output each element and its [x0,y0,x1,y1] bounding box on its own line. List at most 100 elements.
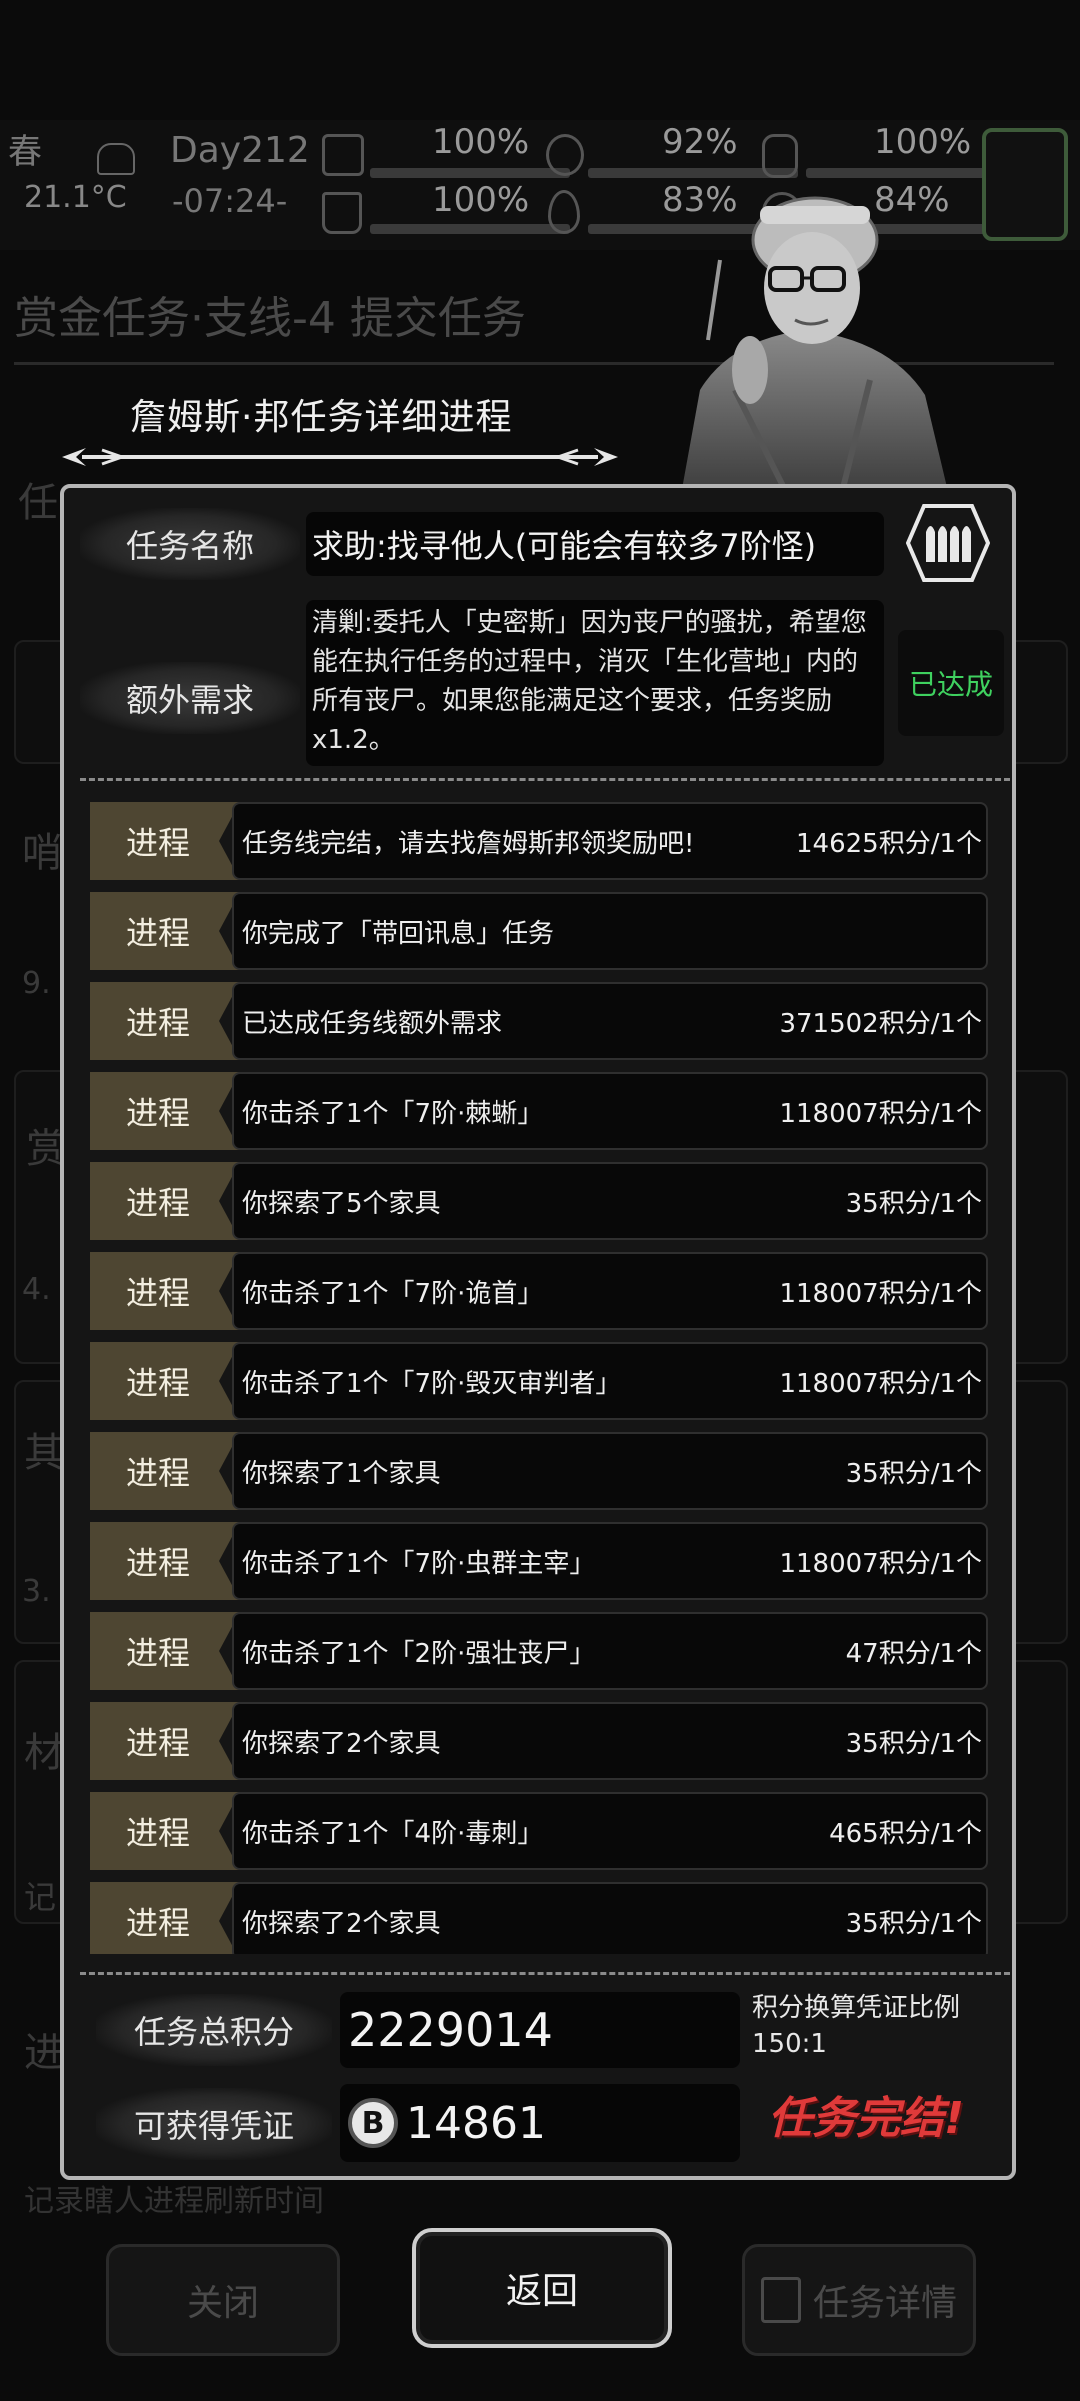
progress-row-body: 你击杀了1个「7阶·毁灭审判者」 118007积分/1个 [232,1342,988,1420]
exchange-ratio-value: 150:1 [752,2029,827,2059]
progress-row-body: 你探索了2个家具 35积分/1个 [232,1882,988,1954]
progress-points: 14625积分/1个 [795,828,982,859]
cloud-icon [97,142,136,175]
progress-text: 你探索了2个家具 [242,1908,441,1939]
progress-points: 371502积分/1个 [779,1008,982,1039]
task-complete-banner: 任务完结! [768,2093,965,2144]
hud-bar [806,168,992,178]
progress-text: 你击杀了1个「7阶·毁灭审判者」 [242,1368,622,1399]
progress-tag: 进程 [90,802,240,880]
progress-tag: 进程 [90,1342,240,1420]
hud-stat-value: 100% [432,180,530,220]
return-button-label: 返回 [505,2271,578,2312]
exchange-ratio: 积分换算凭证比例 150:1 [752,1990,960,2062]
minimap-frame[interactable] [982,128,1068,241]
progress-text: 你探索了2个家具 [242,1728,441,1759]
progress-list[interactable]: 进程 任务线完结，请去找詹姆斯邦领奖励吧! 14625积分/1个 进程 你完成了… [80,790,1004,1954]
close-button-label: 关闭 [186,2283,259,2324]
progress-tag: 进程 [90,1162,240,1240]
progress-row-body: 你击杀了1个「7阶·棘蜥」 118007积分/1个 [232,1072,988,1150]
progress-tag: 进程 [90,1432,240,1510]
day-counter: Day212 [170,130,310,171]
bg-side-char: 进 [24,2030,64,2076]
season-label: 春 [8,132,42,172]
bg-side-char: 9. [22,966,51,1001]
bg-side-char: 材 [24,1730,64,1776]
title-ornament [62,448,618,466]
progress-row: 进程 你击杀了1个「7阶·毁灭审判者」 118007积分/1个 [80,1342,990,1420]
voucher-label: 可获得凭证 [96,2088,332,2160]
bg-footer-text: 记录瞎人进程刷新时间 [24,2184,324,2219]
progress-tag: 进程 [90,1072,240,1150]
progress-row: 进程 你探索了2个家具 35积分/1个 [80,1702,990,1780]
temperature: 21.1°C [24,180,127,215]
progress-points: 118007积分/1个 [779,1098,982,1129]
progress-text: 你击杀了1个「4阶·毒刺」 [242,1818,544,1849]
progress-row-body: 你探索了1个家具 35积分/1个 [232,1432,988,1510]
progress-row-body: 你探索了5个家具 35积分/1个 [232,1162,988,1240]
progress-points: 35积分/1个 [845,1188,982,1219]
bg-side-char: 哨 [22,830,62,876]
progress-row-body: 你击杀了1个「7阶·诡首」 118007积分/1个 [232,1252,988,1330]
exchange-ratio-label: 积分换算凭证比例 [752,1993,961,2023]
progress-row-body: 任务线完结，请去找詹姆斯邦领奖励吧! 14625积分/1个 [232,802,988,880]
extra-requirement-label: 额外需求 [80,662,300,734]
return-button[interactable]: 返回 [412,2228,672,2348]
progress-tag: 进程 [90,892,240,970]
hud-season: 春 [8,124,136,175]
coin-icon: B [348,2098,398,2148]
progress-tag: 进程 [90,1702,240,1780]
dialog-title: 詹姆斯·邦任务详细进程 [130,397,513,438]
progress-tag: 进程 [90,1522,240,1600]
progress-tag: 进程 [90,1882,240,1954]
divider [80,778,1010,781]
ammo-icon [906,504,990,582]
progress-row-body: 已达成任务线额外需求 371502积分/1个 [232,982,988,1060]
task-details-label: 任务详情 [812,2283,957,2324]
progress-points: 35积分/1个 [845,1728,982,1759]
extra-requirement-status: 已达成 [898,630,1004,736]
progress-points: 465积分/1个 [829,1818,982,1849]
progress-row: 进程 你击杀了1个「7阶·棘蜥」 118007积分/1个 [80,1072,990,1150]
bg-side-char: 3. [22,1574,51,1609]
water-drop-icon [548,190,580,234]
bg-side-char: 任 [18,480,58,526]
task-details-button[interactable]: 任务详情 [742,2244,976,2356]
voucher-value-box: B 14861 [340,2084,740,2162]
progress-tag: 进程 [90,1252,240,1330]
background-title: 赏金任务·支线-4 提交任务 [14,293,526,344]
total-points-label: 任务总积分 [96,1994,332,2066]
voucher-value: 14861 [406,2097,546,2149]
boot-icon [322,192,362,234]
progress-points: 47积分/1个 [845,1638,982,1669]
bg-side-char: 记 [24,1878,57,1916]
bg-side-char: 4. [22,1272,51,1307]
progress-tag: 进程 [90,982,240,1060]
progress-text: 任务线完结，请去找詹姆斯邦领奖励吧! [242,828,695,859]
progress-text: 你击杀了1个「7阶·棘蜥」 [242,1098,544,1129]
hud-stat-value: 100% [874,122,972,162]
stomach-icon [546,134,584,176]
progress-row: 进程 你击杀了1个「2阶·强壮丧尸」 47积分/1个 [80,1612,990,1690]
progress-points: 35积分/1个 [845,1458,982,1489]
bladder-icon [762,134,798,178]
bg-side-char: 其 [24,1430,64,1476]
progress-row-body: 你探索了2个家具 35积分/1个 [232,1702,988,1780]
hud-stat-value: 92% [662,122,738,162]
hud-stat-value: 100% [432,122,530,162]
progress-points: 118007积分/1个 [779,1548,982,1579]
progress-row: 进程 你完成了「带回讯息」任务 [80,892,990,970]
progress-text: 你完成了「带回讯息」任务 [242,918,555,949]
clock: -07:24- [172,182,288,220]
progress-row: 进程 你探索了1个家具 35积分/1个 [80,1432,990,1510]
progress-points: 35积分/1个 [845,1908,982,1939]
close-button[interactable]: 关闭 [106,2244,340,2356]
hud-bar [370,224,570,234]
progress-row: 进程 你击杀了1个「4阶·毒刺」 465积分/1个 [80,1792,990,1870]
progress-row: 进程 你探索了5个家具 35积分/1个 [80,1162,990,1240]
document-search-icon [760,2277,801,2323]
progress-points: 118007积分/1个 [779,1278,982,1309]
progress-tag: 进程 [90,1792,240,1870]
progress-row-body: 你击杀了1个「7阶·虫群主宰」 118007积分/1个 [232,1522,988,1600]
total-points-value: 2229014 [340,1992,740,2068]
